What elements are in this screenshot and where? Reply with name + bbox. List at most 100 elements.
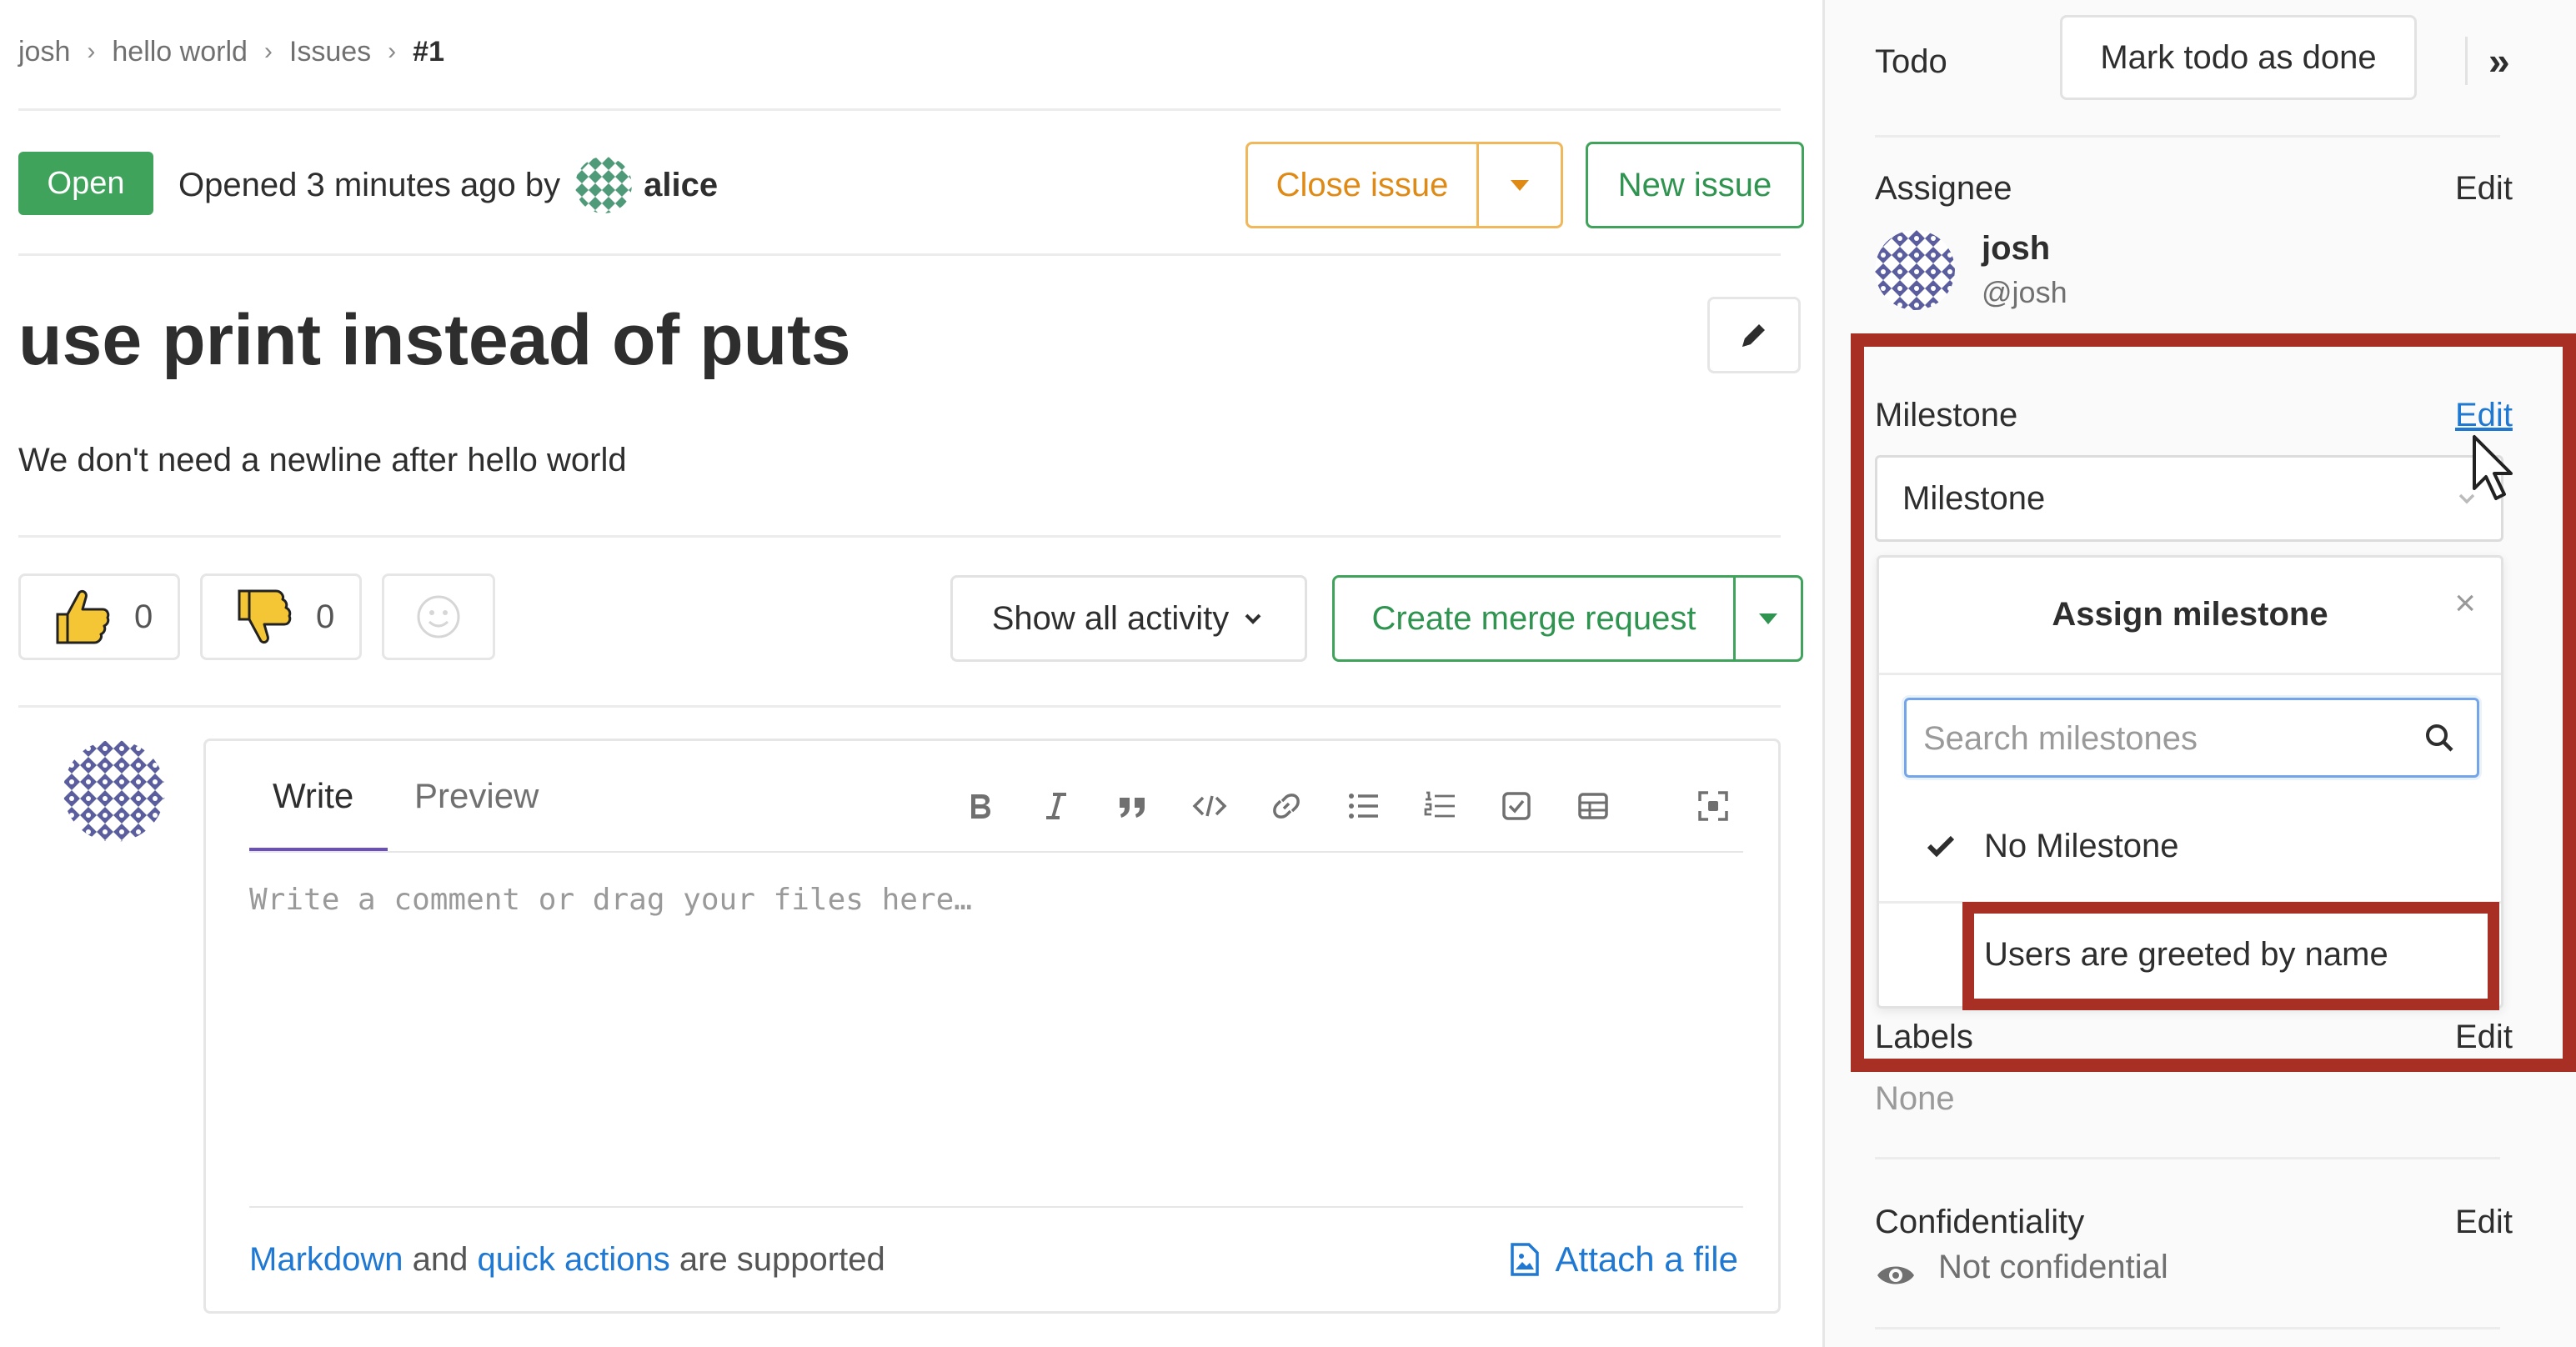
comment-form: Write Preview Write a comment or drag yo… — [203, 739, 1781, 1314]
markdown-help-link[interactable]: Markdown — [249, 1241, 403, 1278]
image-file-icon — [1510, 1243, 1539, 1276]
labels-edit-link[interactable]: Edit — [2455, 1019, 2513, 1056]
assignee-edit-link[interactable]: Edit — [2455, 170, 2513, 208]
divider — [18, 535, 1781, 538]
assignee-username: @josh — [1982, 275, 2067, 309]
edit-title-button[interactable] — [1707, 297, 1801, 373]
milestone-option-label: No Milestone — [1984, 827, 2179, 864]
divider — [18, 705, 1781, 708]
table-icon — [1578, 793, 1608, 819]
footer-text: are supported — [679, 1241, 885, 1278]
numbered-list-icon — [1424, 791, 1455, 818]
smiley-icon — [417, 595, 460, 638]
breadcrumb-item-namespace[interactable]: josh — [18, 36, 70, 68]
quote-button[interactable] — [1110, 783, 1156, 829]
close-icon[interactable]: × — [2454, 583, 2476, 624]
italic-button[interactable] — [1033, 783, 1080, 829]
breadcrumb-item-current[interactable]: #1 — [413, 36, 444, 68]
bold-button[interactable] — [956, 783, 1003, 829]
divider — [1875, 1327, 2500, 1329]
caret-down-icon — [1759, 613, 1777, 624]
divider — [1879, 901, 2501, 904]
author-avatar[interactable] — [575, 157, 633, 213]
check-icon — [1927, 835, 1955, 858]
new-issue-button[interactable]: New issue — [1586, 142, 1804, 228]
activity-filter-label: Show all activity — [991, 599, 1230, 637]
create-merge-request-dropdown-toggle[interactable] — [1733, 575, 1803, 662]
create-merge-request-button[interactable]: Create merge request — [1332, 575, 1736, 662]
close-issue-dropdown-toggle[interactable] — [1476, 142, 1563, 228]
assignee-label: Assignee — [1875, 170, 2012, 207]
tab-preview[interactable]: Preview — [414, 771, 539, 821]
fullscreen-icon — [1698, 791, 1728, 821]
thumbs-down-award-button[interactable]: 0 — [200, 573, 362, 660]
activity-filter-dropdown[interactable]: Show all activity — [950, 575, 1307, 662]
confidentiality-label: Confidentiality — [1875, 1204, 2085, 1240]
caret-down-icon — [1511, 179, 1529, 191]
confidentiality-value: Not confidential — [1938, 1249, 2168, 1285]
close-issue-button[interactable]: Close issue — [1245, 142, 1479, 228]
labels-label: Labels — [1875, 1019, 1973, 1055]
current-user-avatar — [63, 740, 165, 842]
issue-main-column: josh › hello world › Issues › #1 Open Op… — [0, 0, 1822, 1347]
thumbs-up-award-button[interactable]: 0 — [18, 573, 180, 660]
mark-todo-done-button[interactable]: Mark todo as done — [2060, 15, 2417, 100]
link-icon — [1273, 794, 1300, 819]
breadcrumb-item-issues[interactable]: Issues — [289, 36, 371, 68]
divider — [18, 108, 1781, 111]
assignee-name[interactable]: josh — [1982, 230, 2050, 268]
fullscreen-button[interactable] — [1690, 783, 1737, 829]
milestone-label: Milestone — [1875, 397, 2018, 433]
comment-textarea[interactable]: Write a comment or drag your files here… — [249, 883, 972, 917]
milestone-search-field[interactable] — [1904, 698, 2479, 778]
confidentiality-edit-link[interactable]: Edit — [2455, 1204, 2513, 1241]
labels-value: None — [1875, 1080, 1955, 1117]
chevron-right-icon: › — [388, 38, 397, 65]
attach-file-label: Attach a file — [1555, 1239, 1738, 1279]
issue-sidebar: Todo Mark todo as done » Assignee Edit j… — [1822, 0, 2576, 1347]
author-link[interactable]: alice — [644, 158, 718, 212]
checkbox-icon — [1502, 792, 1531, 820]
footer-text: and — [412, 1241, 469, 1278]
task-list-button[interactable] — [1493, 783, 1540, 829]
divider — [249, 1206, 1743, 1208]
divider — [1875, 135, 2500, 138]
todo-label: Todo — [1875, 43, 1947, 80]
divider — [249, 851, 1743, 853]
milestone-option-users-greeted[interactable]: Users are greeted by name — [1879, 913, 2501, 996]
code-button[interactable] — [1186, 783, 1233, 829]
quick-actions-help-link[interactable]: quick actions — [478, 1241, 670, 1278]
add-reaction-button[interactable] — [382, 573, 495, 660]
link-button[interactable] — [1263, 783, 1310, 829]
issue-description: We don't need a newline after hello worl… — [18, 442, 627, 478]
milestone-option-none[interactable]: No Milestone — [1879, 804, 2501, 888]
milestone-search-input[interactable] — [1923, 715, 2390, 762]
milestone-select[interactable]: Milestone — [1875, 455, 2503, 542]
milestone-option-label: Users are greeted by name — [1984, 935, 2388, 973]
chevron-down-icon — [2458, 493, 2475, 504]
milestone-edit-link[interactable]: Edit — [2455, 397, 2513, 434]
pencil-icon — [1742, 324, 1765, 347]
table-button[interactable] — [1570, 783, 1616, 829]
italic-icon — [1046, 793, 1066, 819]
thumbs-up-icon — [56, 589, 110, 644]
breadcrumb: josh › hello world › Issues › #1 — [18, 32, 444, 72]
comment-footer: Markdown and quick actions are supported — [249, 1241, 885, 1279]
bullet-list-button[interactable] — [1340, 783, 1386, 829]
assignee-avatar[interactable] — [1875, 230, 1955, 310]
opened-text: Opened 3 minutes ago by — [178, 167, 561, 203]
eye-icon — [1877, 1266, 1914, 1284]
bullet-list-icon — [1349, 794, 1378, 819]
chevron-right-icon: › — [87, 38, 96, 65]
numbered-list-button[interactable] — [1416, 783, 1463, 829]
tab-write[interactable]: Write — [273, 771, 353, 821]
issue-opened-info: Opened 3 minutes ago by alice — [178, 157, 718, 213]
bold-icon — [971, 794, 990, 819]
milestone-dropdown: Assign milestone × No Milestone Users ar… — [1877, 555, 2503, 1009]
attach-file-button[interactable]: Attach a file — [1506, 1239, 1738, 1279]
collapse-sidebar-icon[interactable]: » — [2488, 38, 2510, 83]
breadcrumb-item-project[interactable]: hello world — [112, 36, 248, 68]
chevron-right-icon: › — [263, 38, 273, 65]
divider — [2465, 37, 2468, 85]
search-icon — [2426, 724, 2453, 752]
